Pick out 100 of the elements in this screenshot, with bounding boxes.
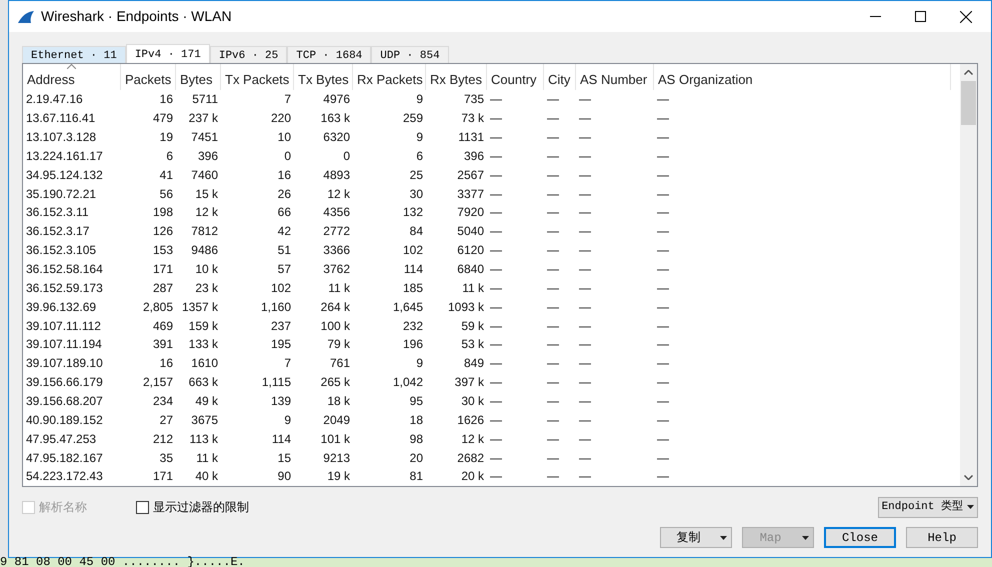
table-cell-text: — [579,166,591,184]
close-icon[interactable] [960,10,972,22]
table-cell-text: 11 k [328,280,350,297]
table-cell-text: 10 k [195,260,218,278]
table-cell-text: 171 [152,468,173,486]
table-cell-text: — [547,280,559,297]
table-cell-text: — [579,223,591,240]
table-cell-text: 36.152.59.173 [26,280,103,297]
table-cell-text: 9 [416,355,423,372]
column-header[interactable]: Rx Packets [353,64,426,90]
column-header[interactable]: AS Number [576,64,654,90]
dialog-button[interactable]: Help [906,527,978,548]
window-title: Wireshark · Endpoints · WLAN [41,7,232,26]
dialog-button[interactable]: Close [824,527,896,548]
table-cell-text: 265 k [320,374,350,392]
table-cell-text: 39.156.68.207 [26,392,103,410]
column-header[interactable]: Bytes [176,64,221,90]
column-header[interactable]: Address [23,64,121,90]
column-header[interactable]: Country [487,64,544,90]
table-cell-text: 5040 [457,223,484,240]
column-header[interactable]: AS Organization [654,64,951,90]
tab[interactable]: IPv6 · 25 [210,46,288,63]
table-cell-text: — [547,336,559,354]
table-cell-text: 849 [464,355,484,372]
table-cell-text: 79 k [327,336,350,354]
table-cell-text: 114 [272,430,291,448]
table-cell-text: 396 [198,148,218,165]
scroll-up-icon[interactable] [964,70,973,75]
column-header[interactable]: Rx Bytes [426,64,487,90]
table-cell-text: 30 k [461,392,484,410]
table-cell-text: 6320 [323,128,350,146]
table-cell-text: 26 [278,186,291,203]
table-cell-text: 12 k [195,204,218,222]
table-cell-text: 11 k [462,280,484,297]
table-cell-text: — [490,242,502,260]
table-cell-text: 9 [416,128,423,146]
table-cell-text: 16 [160,355,173,372]
column-header[interactable]: City [544,64,576,90]
table-cell-text: 9213 [323,450,350,467]
endpoint-type-dropdown[interactable]: Endpoint 类型 [878,496,978,518]
table-cell-text: — [657,280,669,297]
table-cell-text: — [579,355,591,372]
table-cell-text: 195 [270,336,291,354]
table-cell-text: 20 [410,450,423,467]
table-cell-text: 259 [402,110,423,128]
table-cell-text: — [490,336,502,354]
column-header[interactable]: Packets [121,64,176,90]
tab[interactable]: IPv4 · 171 [126,44,210,63]
scroll-down-icon[interactable] [964,475,973,480]
table-cell-text: — [490,318,502,335]
table-cell-text: — [657,186,669,203]
table-cell-text: 73 k [461,110,484,128]
table-cell-text: — [579,280,591,297]
scrollbar[interactable] [960,64,977,486]
table-cell-text: — [547,204,559,222]
column-header[interactable]: Tx Packets [221,64,294,90]
table-cell-text: 13.107.3.128 [26,128,96,146]
table-cell-text: — [657,374,669,392]
table-cell-text: 16 [278,166,291,184]
table-cell-text: — [657,468,669,486]
table-cell-text: 7 [284,91,291,108]
table-cell-text: 469 [152,318,173,335]
table-cell-text: — [547,374,559,392]
table-cell-text: 6840 [457,260,484,278]
table-cell-text: 27 [160,412,173,429]
table-cell-text: 4976 [323,91,350,108]
table-cell-text: 396 [464,148,484,165]
scroll-thumb[interactable] [961,81,976,125]
tab[interactable]: UDP · 854 [371,46,449,63]
table-cell-text: 90 [278,468,291,486]
table-cell-text: — [657,336,669,354]
table-cell-text: — [657,298,669,316]
table-cell-text: 1626 [457,412,484,429]
table-cell-text: — [547,91,559,108]
table-cell-text: 101 k [320,430,350,448]
table-cell-text: — [490,223,502,240]
table-cell-text: 2772 [323,223,350,240]
table-cell-text: 10 [278,128,291,146]
table-cell-text: — [579,91,591,108]
table-cell-text: — [490,186,502,203]
maximize-icon[interactable] [915,11,926,22]
table-cell-text: 237 [270,318,291,335]
table-cell-text: — [547,110,559,128]
table-cell-text: — [490,110,502,128]
table-cell-text: 139 [270,392,291,410]
checkbox-option[interactable]: 显示过滤器的限制 [136,498,249,516]
tab[interactable]: Ethernet · 11 [22,46,126,63]
table-cell-text: — [547,412,559,429]
table-cell-text: 2,157 [142,374,173,392]
table-cell-text: — [657,166,669,184]
dialog-button[interactable]: 复制 [660,527,732,548]
table-cell-text: 1,645 [392,298,423,316]
table-cell-text: — [579,298,591,316]
table-cell-text: — [657,242,669,260]
table-cell-text: 81 [410,468,423,486]
table-cell-text: 232 [402,318,423,335]
table-cell-text: 264 k [320,298,350,316]
column-header[interactable]: Tx Bytes [294,64,353,90]
tab[interactable]: TCP · 1684 [287,46,372,63]
table-cell-text: 41 [160,166,173,184]
